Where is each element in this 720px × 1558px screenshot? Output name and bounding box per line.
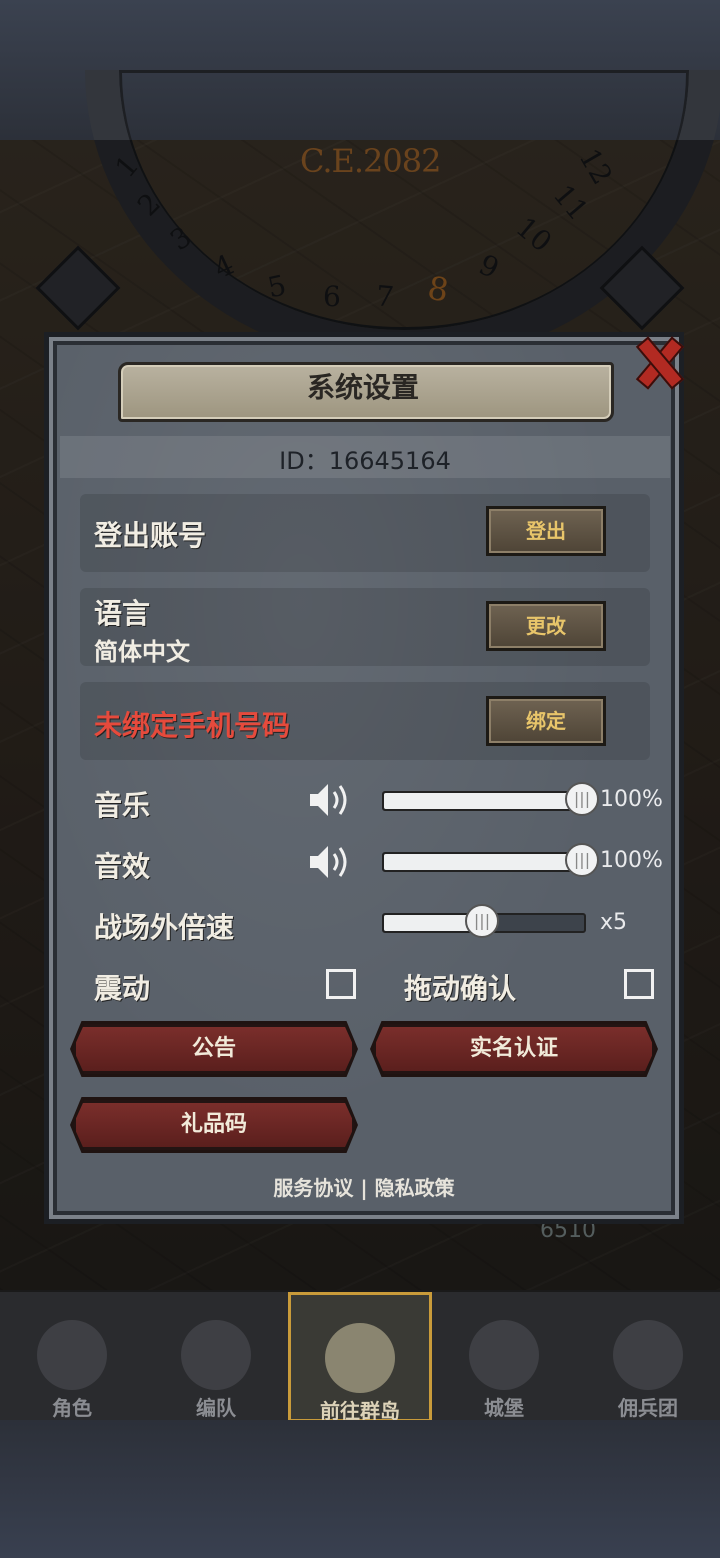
bind-phone-button[interactable]: 绑定 <box>486 696 606 746</box>
nav-tab-label: 编队 <box>196 1396 236 1420</box>
gift-code-button-label: 礼品码 <box>73 1100 355 1150</box>
sfx-label: 音效 <box>94 850 151 883</box>
link-separator: | <box>360 1176 368 1200</box>
close-icon[interactable] <box>630 333 684 387</box>
nav-tab-castle[interactable]: 城堡 <box>432 1292 576 1422</box>
vibrate-checkbox[interactable] <box>326 969 356 999</box>
drag-confirm-checkbox[interactable] <box>624 969 654 999</box>
real-name-button[interactable]: 实名认证 <box>370 1021 658 1077</box>
music-slider[interactable] <box>382 791 586 811</box>
speed-slider-handle[interactable]: ||| <box>465 904 499 938</box>
drag-confirm-label: 拖动确认 <box>404 972 517 1005</box>
mercenary-icon <box>613 1320 683 1390</box>
nav-tab-character[interactable]: 角色 <box>0 1292 144 1422</box>
player-id: ID：16645164 <box>279 447 451 475</box>
speaker-icon[interactable] <box>308 780 352 820</box>
nav-tab-islands[interactable]: 前往群岛 <box>288 1292 432 1423</box>
music-label: 音乐 <box>94 789 151 822</box>
vibrate-label: 震动 <box>94 972 151 1005</box>
sfx-slider[interactable] <box>382 852 586 872</box>
terms-link[interactable]: 服务协议 <box>273 1176 353 1200</box>
speaker-icon[interactable] <box>308 842 352 882</box>
notice-button[interactable]: 公告 <box>70 1021 358 1077</box>
bottom-nav: 角色 编队 前往群岛 城堡 佣兵团 <box>0 1290 720 1423</box>
language-value: 简体中文 <box>94 638 190 666</box>
nav-tab-label: 角色 <box>52 1396 92 1420</box>
helmet-icon <box>181 1320 251 1390</box>
change-language-button[interactable]: 更改 <box>486 601 606 651</box>
notice-button-label: 公告 <box>73 1024 355 1074</box>
nav-tab-label: 佣兵团 <box>618 1396 678 1420</box>
music-slider-fill <box>384 793 584 809</box>
music-value: 100% <box>600 787 663 812</box>
nav-tab-label: 城堡 <box>484 1396 524 1420</box>
language-label: 语言 <box>94 597 151 630</box>
phone-unbound-label: 未绑定手机号码 <box>94 709 291 742</box>
legal-links: 服务协议 | 隐私政策 <box>44 1172 684 1201</box>
gift-code-button[interactable]: 礼品码 <box>70 1097 358 1153</box>
dialog-title: 系统设置 <box>306 371 419 404</box>
speed-label: 战场外倍速 <box>94 911 235 944</box>
speed-value: x5 <box>600 910 628 935</box>
globe-icon <box>325 1323 395 1393</box>
sfx-slider-fill <box>384 854 584 870</box>
sfx-slider-handle[interactable]: ||| <box>565 843 599 877</box>
music-slider-handle[interactable]: ||| <box>565 782 599 816</box>
logout-label: 登出账号 <box>94 519 207 552</box>
privacy-link[interactable]: 隐私政策 <box>375 1176 455 1200</box>
nav-tab-mercenaries[interactable]: 佣兵团 <box>576 1292 720 1422</box>
sfx-value: 100% <box>600 848 663 873</box>
bottom-letterbox <box>0 1420 720 1558</box>
knight-icon <box>37 1320 107 1390</box>
nav-tab-formation[interactable]: 编队 <box>144 1292 288 1422</box>
logout-button[interactable]: 登出 <box>486 506 606 556</box>
castle-icon <box>469 1320 539 1390</box>
real-name-button-label: 实名认证 <box>373 1024 655 1074</box>
